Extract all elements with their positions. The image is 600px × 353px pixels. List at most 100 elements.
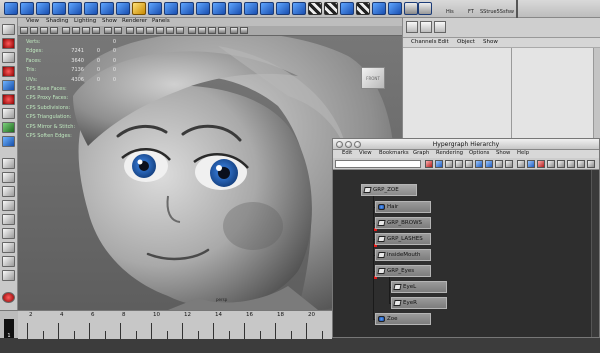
cb-menu-object[interactable]: Object xyxy=(457,39,475,45)
hg-frame-selection-icon[interactable] xyxy=(455,160,463,168)
layout-outliner-icon[interactable] xyxy=(2,200,15,211)
viewport-menu-view[interactable]: View xyxy=(26,18,39,24)
safe-title-icon[interactable] xyxy=(114,27,122,34)
hg-node-grp-lashes[interactable]: GRP_LASHES xyxy=(375,233,431,245)
hg-node-grp-brows[interactable]: GRP_BROWS xyxy=(375,217,431,229)
hg-node-eye-l[interactable]: EyeL xyxy=(391,281,447,293)
shelf-checker-icon[interactable] xyxy=(324,2,338,15)
layout-four-icon[interactable] xyxy=(2,172,15,183)
window-zoom-icon[interactable] xyxy=(354,141,361,148)
shadows-icon[interactable] xyxy=(176,27,184,34)
attribute-editor-toggle-icon[interactable] xyxy=(434,21,446,33)
shelf-sphere-icon[interactable] xyxy=(4,2,18,15)
shelf-smooth-icon[interactable] xyxy=(292,2,306,15)
wireframe-icon[interactable] xyxy=(126,27,134,34)
shelf-label-his[interactable]: His xyxy=(446,9,454,15)
camera-select-icon[interactable] xyxy=(20,27,28,34)
hg-menu-bookmarks[interactable]: Bookmarks xyxy=(379,150,409,156)
isolate-select-icon[interactable] xyxy=(188,27,196,34)
scale-tool-icon[interactable] xyxy=(2,94,15,105)
channel-box-list[interactable] xyxy=(403,48,600,138)
channel-box-scrollbar[interactable] xyxy=(593,48,600,138)
shelf-bridge-icon[interactable] xyxy=(228,2,242,15)
shelf-texture-icon[interactable] xyxy=(372,2,386,15)
hg-output-icon[interactable] xyxy=(557,160,565,168)
layout-two-icon[interactable] xyxy=(2,186,15,197)
cb-menu-edit[interactable]: Edit xyxy=(438,39,449,45)
viewport-menu-shading[interactable]: Shading xyxy=(46,18,68,24)
hg-node-eye-r[interactable]: EyeR xyxy=(391,297,447,309)
window-close-icon[interactable] xyxy=(336,141,343,148)
shelf-nurbs-icon[interactable] xyxy=(100,2,114,15)
camera-attr-icon[interactable] xyxy=(30,27,38,34)
hg-auto-layout-icon[interactable] xyxy=(577,160,585,168)
cb-menu-show[interactable]: Show xyxy=(483,39,498,45)
layout-graph-icon[interactable] xyxy=(2,214,15,225)
ssao-icon[interactable] xyxy=(240,27,248,34)
lasso-tool-icon[interactable] xyxy=(2,38,15,49)
hg-graph-down-icon[interactable] xyxy=(485,160,493,168)
window-minimize-icon[interactable] xyxy=(345,141,352,148)
gate-mask-icon[interactable] xyxy=(92,27,100,34)
textured-icon[interactable] xyxy=(156,27,164,34)
time-slider[interactable]: 1 2 4 6 8 10 12 14 16 18 20 xyxy=(0,310,332,339)
channel-box-toggle-icon[interactable] xyxy=(406,21,418,33)
wire-on-shaded-icon[interactable] xyxy=(146,27,154,34)
hg-connections-icon[interactable] xyxy=(505,160,513,168)
rotate-tool-icon[interactable] xyxy=(2,80,15,91)
shelf-combine-icon[interactable] xyxy=(180,2,194,15)
hg-menu-show[interactable]: Show xyxy=(496,150,510,156)
hg-graph-up-icon[interactable] xyxy=(475,160,483,168)
select-tool-icon[interactable] xyxy=(2,24,15,35)
layout-render-icon[interactable] xyxy=(2,242,15,253)
xray-icon[interactable] xyxy=(198,27,206,34)
layout-single-icon[interactable] xyxy=(2,158,15,169)
hg-menu-edit[interactable]: Edit xyxy=(342,150,352,156)
shelf-cluster-icon[interactable] xyxy=(148,2,162,15)
shelf-label-ft[interactable]: FT xyxy=(468,9,474,15)
shelf-separate-icon[interactable] xyxy=(196,2,210,15)
grid-toggle-icon[interactable] xyxy=(62,27,70,34)
hg-input-icon[interactable] xyxy=(547,160,555,168)
viewport-menu-show[interactable]: Show xyxy=(102,18,117,24)
shelf-edit-uv-icon[interactable] xyxy=(388,2,402,15)
hg-menu-rendering[interactable]: Rendering xyxy=(436,150,463,156)
hg-node-zoe[interactable]: Zoe xyxy=(375,313,431,325)
image-plane-icon[interactable] xyxy=(50,27,58,34)
film-gate-icon[interactable] xyxy=(72,27,80,34)
hg-menu-options[interactable]: Options xyxy=(469,150,489,156)
hg-frame-all-icon[interactable] xyxy=(445,160,453,168)
paint-select-icon[interactable] xyxy=(2,52,15,63)
soft-mod-icon[interactable] xyxy=(2,122,15,133)
shelf-append-icon[interactable] xyxy=(244,2,258,15)
xray-joints-icon[interactable] xyxy=(208,27,216,34)
time-slider-track[interactable]: 2 4 6 8 10 12 14 16 18 20 xyxy=(18,311,332,339)
hg-options-icon[interactable] xyxy=(587,160,595,168)
layout-hypershade-icon[interactable] xyxy=(2,228,15,239)
hud-toggle-icon[interactable] xyxy=(230,27,238,34)
hg-layout-icon[interactable] xyxy=(517,160,525,168)
shelf-plane-icon[interactable] xyxy=(68,2,82,15)
shelf-label-script[interactable]: SStrue5Ssfsw xyxy=(480,9,514,15)
last-tool-icon[interactable] xyxy=(2,136,15,147)
bookmark-icon[interactable] xyxy=(40,27,48,34)
shelf-sew-icon[interactable] xyxy=(340,2,354,15)
hg-menu-help[interactable]: Help xyxy=(517,150,529,156)
hg-clear-icon[interactable] xyxy=(537,160,545,168)
smooth-shade-icon[interactable] xyxy=(136,27,144,34)
layout-uv-icon[interactable] xyxy=(2,256,15,267)
shelf-split-icon[interactable] xyxy=(260,2,274,15)
shelf-torus-icon[interactable] xyxy=(84,2,98,15)
shelf-render-icon[interactable] xyxy=(418,2,432,15)
hg-node-grp-zoe[interactable]: GRP_ZOE xyxy=(361,184,417,196)
hypergraph-graph-area[interactable]: GRP_ZOE Hair GRP_BROWS GRP_LASHES inside… xyxy=(333,170,599,337)
hg-bookmark-icon[interactable] xyxy=(425,160,433,168)
viewport-menu-lighting[interactable]: Lighting xyxy=(74,18,96,24)
shelf-cone-icon[interactable] xyxy=(52,2,66,15)
hg-menu-graph[interactable]: Graph xyxy=(413,150,429,156)
shelf-uv-checker-icon[interactable] xyxy=(308,2,322,15)
lights-icon[interactable] xyxy=(166,27,174,34)
viewport-menu-renderer[interactable]: Renderer xyxy=(122,18,147,24)
current-frame-marker[interactable]: 1 xyxy=(4,319,14,339)
hg-swatch-icon[interactable] xyxy=(527,160,535,168)
